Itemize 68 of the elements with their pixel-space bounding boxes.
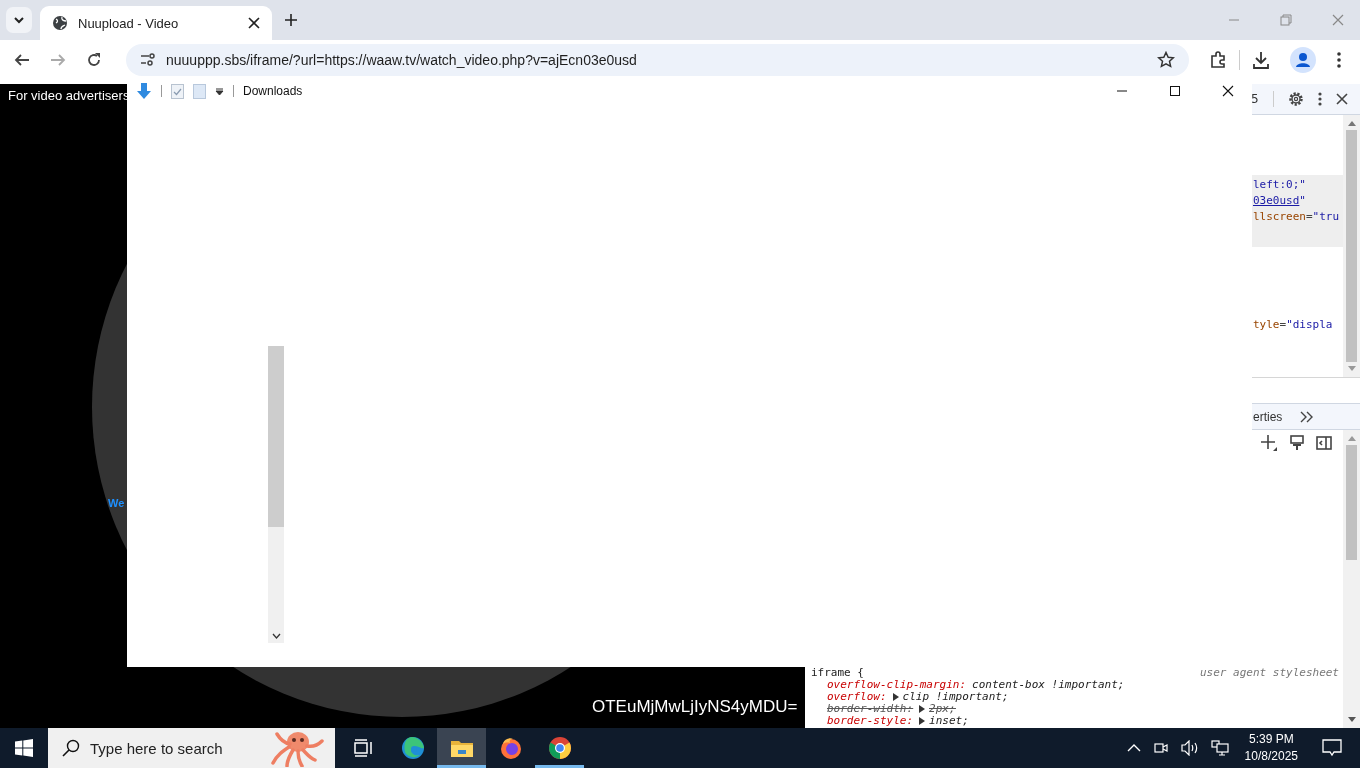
- scroll-down-icon[interactable]: [1347, 717, 1356, 723]
- clock-date: 10/8/2025: [1244, 748, 1298, 765]
- octopus-drawing: [270, 729, 326, 767]
- globe-icon: [52, 15, 68, 31]
- link-text[interactable]: We: [108, 497, 125, 509]
- chrome-icon: [547, 736, 572, 760]
- css-selector: iframe {: [811, 667, 864, 679]
- css-declaration[interactable]: overflow-clip-margin: content-box !important;: [811, 679, 1339, 691]
- download-arrow-icon: [136, 83, 152, 99]
- chevron-down-icon: [13, 14, 25, 26]
- html-code-line[interactable]: 03e0usd": [1253, 193, 1306, 209]
- scroll-up-icon[interactable]: [1347, 120, 1356, 126]
- menu-icon[interactable]: [1336, 51, 1342, 69]
- scroll-down-icon[interactable]: [271, 633, 281, 639]
- stylesheet-origin: user agent stylesheet: [1199, 667, 1339, 679]
- new-tab-icon[interactable]: [284, 13, 298, 27]
- task-view-icon: [353, 739, 374, 757]
- css-declaration[interactable]: overflow: clip !important;: [811, 691, 1339, 703]
- reload-icon[interactable]: [86, 52, 102, 68]
- back-icon[interactable]: [14, 52, 30, 68]
- settings-icon[interactable]: [1287, 91, 1304, 107]
- chevron-up-icon[interactable]: [1126, 743, 1141, 753]
- file-explorer-button[interactable]: [437, 728, 486, 768]
- scrollbar-thumb[interactable]: [268, 346, 284, 527]
- folder-icon: [449, 738, 474, 758]
- scrollbar-thumb[interactable]: [1346, 130, 1357, 362]
- search-field[interactable]: Type here to search: [48, 728, 335, 768]
- plus-icon[interactable]: [1260, 434, 1278, 452]
- window-title: Downloads: [243, 84, 303, 98]
- dropdown-caret-icon[interactable]: [215, 86, 224, 96]
- paintbrush-icon[interactable]: [1290, 435, 1304, 451]
- scrollbar-thumb[interactable]: [1346, 445, 1357, 560]
- network-icon[interactable]: [1210, 740, 1229, 756]
- double-chevron-icon[interactable]: [1300, 410, 1315, 423]
- camera-icon[interactable]: [1152, 740, 1169, 756]
- more-options-icon[interactable]: [1317, 92, 1322, 106]
- address-bar[interactable]: nuuuppp.sbs/iframe/?url=https://waaw.tv/watch_video.php?v=ajEcn03e0usd: [126, 44, 1189, 76]
- scrollbar[interactable]: [268, 346, 284, 643]
- notification-icon[interactable]: [1322, 739, 1342, 757]
- download-icon[interactable]: [1252, 51, 1270, 69]
- close-icon[interactable]: [248, 17, 260, 29]
- star-icon[interactable]: [1157, 51, 1175, 69]
- close-icon[interactable]: [1335, 93, 1348, 105]
- encoded-text: OTEuMjMwLjIyNS4yMDU=: [592, 697, 798, 717]
- close-icon[interactable]: [1222, 85, 1234, 97]
- html-code-line[interactable]: tyle="displa: [1253, 317, 1333, 333]
- tab-search-button[interactable]: [6, 7, 32, 33]
- search-input[interactable]: Type here to search: [88, 738, 262, 758]
- scrollbar[interactable]: [1343, 430, 1360, 728]
- issues-count[interactable]: 5: [1251, 92, 1259, 106]
- clock-time: 5:39 PM: [1248, 731, 1294, 748]
- html-code-line[interactable]: llscreen="tru: [1253, 209, 1340, 225]
- profile-avatar[interactable]: [1290, 47, 1316, 73]
- windows-logo-icon: [15, 739, 33, 757]
- firefox-icon: [498, 736, 523, 760]
- site-settings-icon[interactable]: [140, 53, 156, 67]
- sidebar-toggle-icon[interactable]: [1316, 436, 1332, 450]
- speaker-icon[interactable]: [1180, 740, 1199, 756]
- browser-tab[interactable]: Nuupload - Video: [40, 6, 272, 40]
- puzzle-icon[interactable]: [1209, 51, 1227, 69]
- properties-tab[interactable]: erties: [1253, 409, 1283, 424]
- scrollbar[interactable]: [1343, 115, 1360, 377]
- checked-document-icon[interactable]: [171, 83, 184, 99]
- clock[interactable]: 5:39 PM 10/8/2025: [1244, 731, 1298, 765]
- maximize-icon[interactable]: [1169, 85, 1181, 97]
- html-code-line[interactable]: left:0;": [1253, 177, 1306, 193]
- search-icon: [62, 739, 80, 757]
- edge-icon: [400, 736, 425, 760]
